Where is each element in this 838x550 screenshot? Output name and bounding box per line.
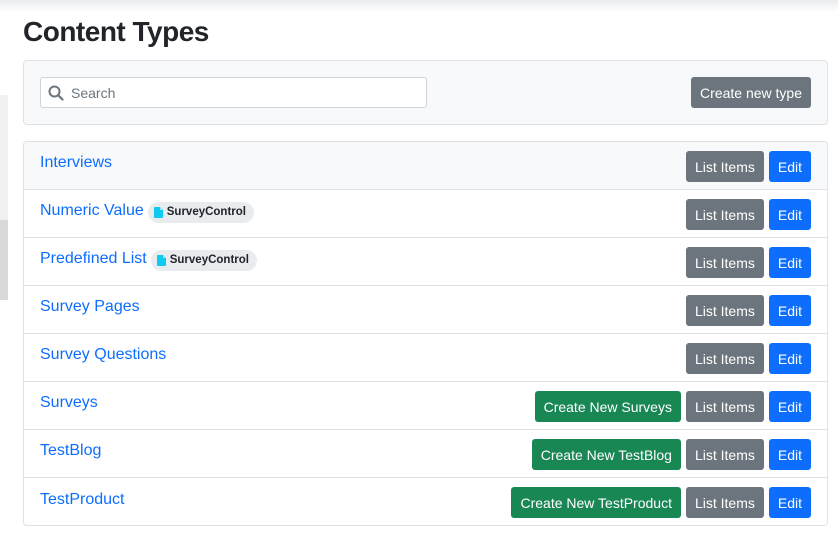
row-actions: List Items Edit (685, 343, 811, 374)
edit-button[interactable]: Edit (768, 199, 811, 230)
list-item: Predefined List SurveyControl List Items Ed… (24, 238, 827, 286)
create-new-button[interactable]: Create New Surveys (534, 391, 681, 422)
content-type-link[interactable]: Interviews (40, 154, 112, 172)
content-type-link[interactable]: TestProduct (40, 491, 124, 509)
row-actions: Create New TestProduct List Items Edit (511, 487, 811, 518)
list-item: Surveys Create New Surveys List Items Edit (24, 382, 827, 430)
search-box[interactable] (40, 77, 427, 108)
content-type-link[interactable]: Survey Questions (40, 346, 166, 364)
list-items-button[interactable]: List Items (685, 247, 764, 278)
edit-button[interactable]: Edit (768, 487, 811, 518)
list-items-button[interactable]: List Items (685, 151, 764, 182)
row-actions: Create New Surveys List Items Edit (534, 391, 811, 422)
list-items-button[interactable]: List Items (685, 295, 764, 326)
row-actions: Create New TestBlog List Items Edit (531, 439, 811, 470)
scroll-thumb[interactable] (0, 220, 8, 300)
create-new-button[interactable]: Create New TestBlog (531, 439, 681, 470)
create-new-button[interactable]: Create New TestProduct (511, 487, 681, 518)
list-items-button[interactable]: List Items (685, 199, 764, 230)
stereotype-badge: SurveyControl (150, 249, 257, 271)
edit-button[interactable]: Edit (768, 343, 811, 374)
list-item: Survey Pages List Items Edit (24, 286, 827, 334)
row-actions: List Items Edit (685, 247, 811, 278)
toolbar: Create new type (23, 60, 828, 125)
badge-label: SurveyControl (166, 206, 246, 218)
search-icon (41, 85, 71, 101)
list-item: TestBlog Create New TestBlog List Items Edi… (24, 430, 827, 478)
content-type-link[interactable]: Predefined List (40, 250, 147, 268)
search-input[interactable] (71, 78, 411, 107)
content-type-link[interactable]: TestBlog (40, 442, 101, 460)
list-item: TestProduct Create New TestProduct List It… (24, 478, 827, 525)
edit-button[interactable]: Edit (768, 151, 811, 182)
edit-button[interactable]: Edit (768, 295, 811, 326)
list-items-button[interactable]: List Items (685, 439, 764, 470)
file-icon (156, 254, 166, 266)
edit-button[interactable]: Edit (768, 391, 811, 422)
list-items-button[interactable]: List Items (685, 343, 764, 374)
list-items-button[interactable]: List Items (685, 487, 764, 518)
content-type-link[interactable]: Numeric Value (40, 202, 144, 220)
page-title: Content Types (23, 16, 209, 47)
content-type-link[interactable]: Surveys (40, 394, 98, 412)
file-icon (153, 206, 163, 218)
content-type-list: Interviews List Items Edit Numeric Value Sur… (23, 141, 828, 526)
list-item: Survey Questions List Items Edit (24, 334, 827, 382)
edit-button[interactable]: Edit (768, 439, 811, 470)
top-shadow (0, 0, 838, 12)
list-item: Numeric Value SurveyControl List Items Edit (24, 190, 827, 238)
edit-button[interactable]: Edit (768, 247, 811, 278)
row-actions: List Items Edit (685, 151, 811, 182)
list-items-button[interactable]: List Items (685, 391, 764, 422)
list-item: Interviews List Items Edit (24, 142, 827, 190)
stereotype-badge: SurveyControl (147, 201, 254, 223)
content-type-link[interactable]: Survey Pages (40, 298, 140, 316)
left-scroll-edge (0, 95, 8, 300)
row-actions: List Items Edit (685, 199, 811, 230)
badge-label: SurveyControl (169, 254, 249, 266)
row-actions: List Items Edit (685, 295, 811, 326)
create-new-type-button[interactable]: Create new type (691, 77, 811, 108)
